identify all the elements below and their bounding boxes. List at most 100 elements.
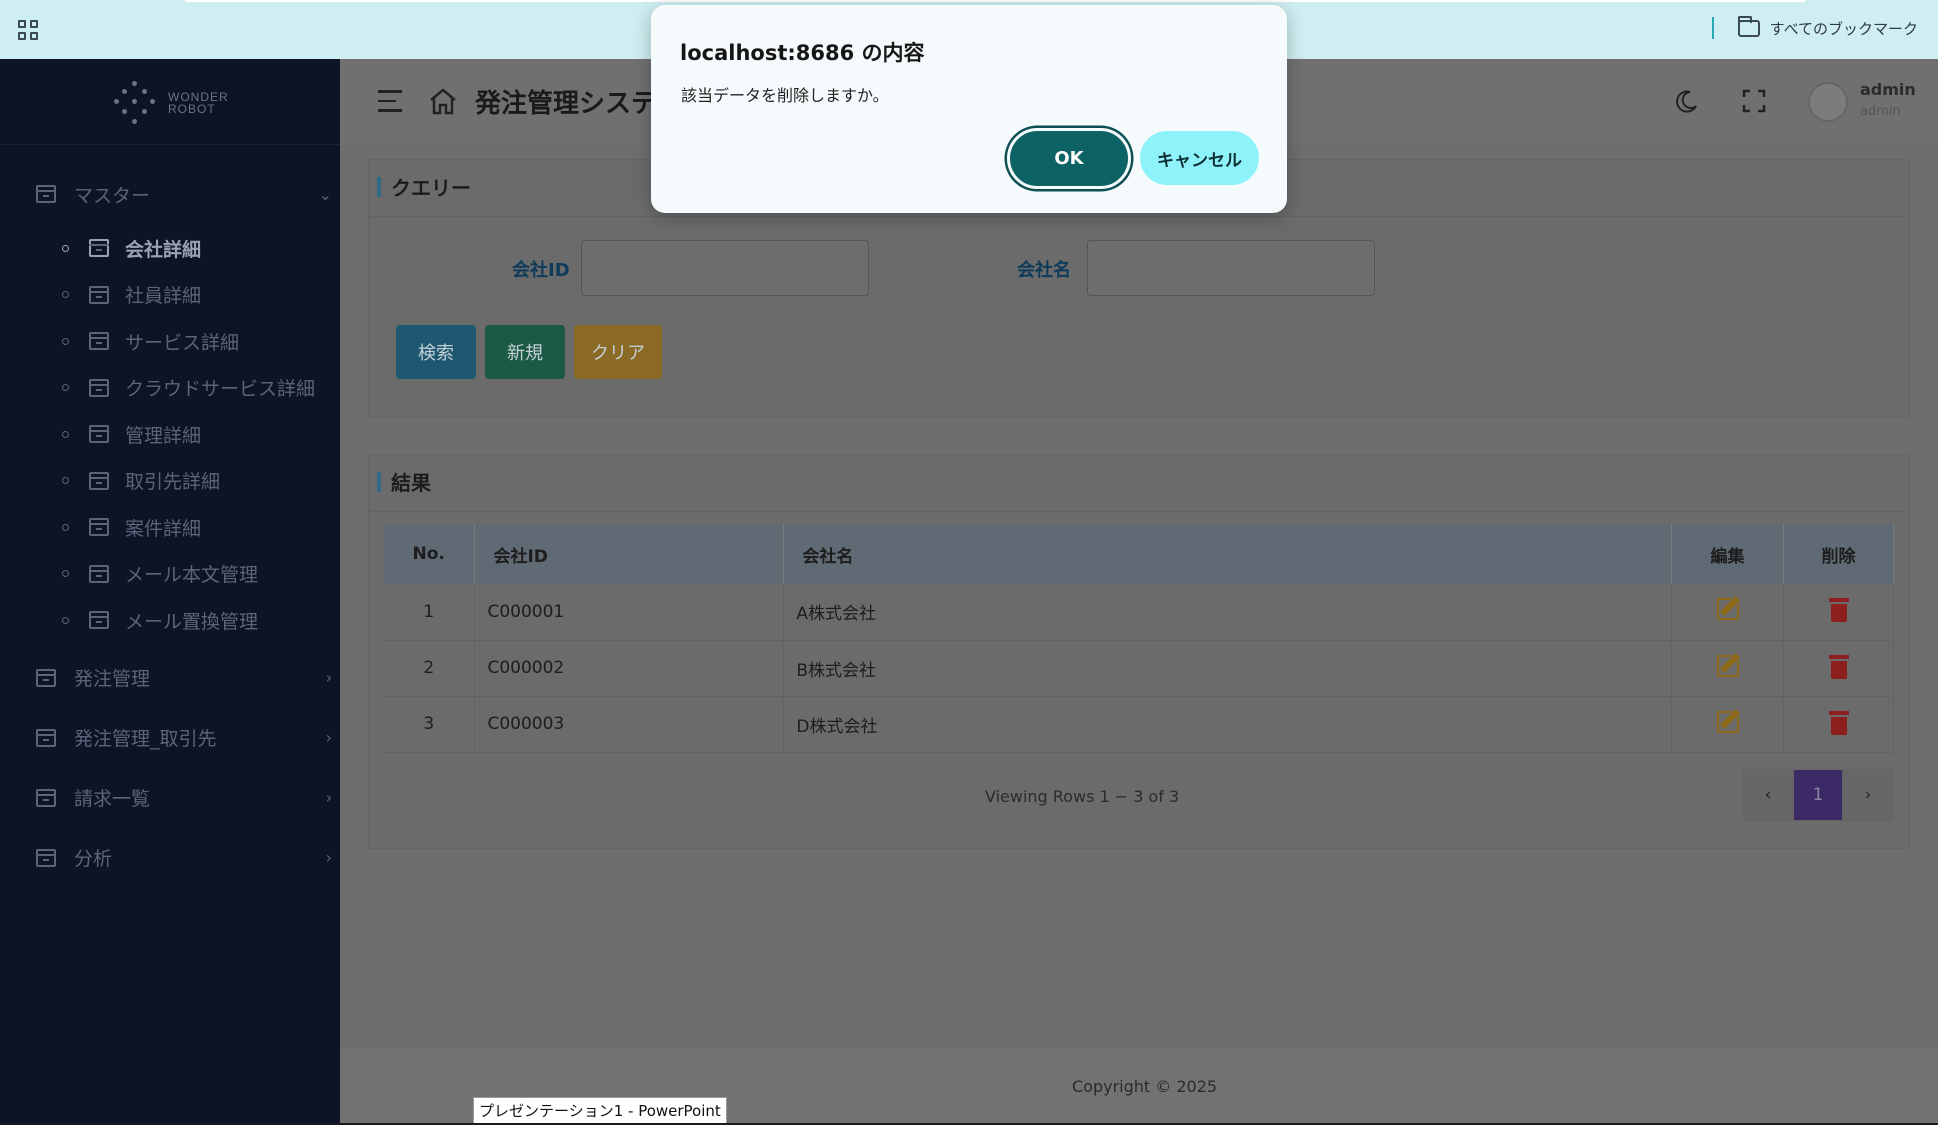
dialog-title: localhost:8686 の内容: [680, 41, 925, 65]
page-title: 発注管理システ: [475, 89, 658, 119]
sidebar-item-cloud-service-detail[interactable]: クラウドサービス詳細: [0, 365, 340, 412]
sidebar-group-label: 発注管理: [74, 668, 151, 690]
apps-grid-icon[interactable]: [18, 20, 38, 40]
all-bookmarks-button[interactable]: すべてのブックマーク: [1711, 15, 1918, 39]
archive-box-icon: [89, 378, 109, 397]
folder-icon: [1737, 15, 1760, 37]
sidebar-group-invoice[interactable]: 請求一覧 ›: [0, 768, 340, 828]
main-content: 発注管理システ admin admin クエリー 会社ID 会社名 検索 新規 …: [340, 59, 1938, 1125]
bullet-icon: [62, 430, 69, 438]
logo-text: WONDER ROBOT: [168, 90, 229, 116]
row-number: 2: [383, 640, 476, 697]
sidebar-item-label: 案件詳細: [125, 517, 202, 540]
edit-cell: [1671, 640, 1784, 697]
chevron-right-icon: ›: [325, 788, 332, 807]
bullet-icon: [62, 570, 69, 578]
bullet-icon: [62, 337, 69, 345]
menu-toggle-icon[interactable]: [378, 90, 402, 119]
chevron-right-icon: ›: [325, 668, 332, 687]
archive-box-icon: [89, 239, 109, 258]
pager-prev-button[interactable]: ‹: [1743, 769, 1793, 821]
card-divider: [369, 216, 1909, 217]
sidebar-item-mail-replace[interactable]: メール置換管理: [0, 597, 340, 644]
bullet-icon: [62, 477, 69, 485]
ok-button[interactable]: OK: [1007, 128, 1131, 189]
delete-cell: [1783, 696, 1894, 753]
company-id-cell: C000003: [474, 696, 785, 753]
sidebar-item-project-detail[interactable]: 案件詳細: [0, 504, 340, 551]
fullscreen-icon[interactable]: [1742, 89, 1766, 113]
avatar[interactable]: [1808, 82, 1848, 122]
sidebar-item-company-detail[interactable]: 会社詳細: [0, 225, 340, 272]
sidebar: WONDER ROBOT マスター ⌄ 会社詳細 社員詳細 サービス詳細 クラウ…: [0, 59, 340, 1125]
sidebar-item-label: 社員詳細: [125, 285, 202, 308]
sidebar-item-employee-detail[interactable]: 社員詳細: [0, 272, 340, 319]
company-name-label: 会社名: [1017, 260, 1071, 281]
sidebar-item-mail-body[interactable]: メール本文管理: [0, 551, 340, 598]
sidebar-item-management-detail[interactable]: 管理詳細: [0, 411, 340, 458]
edit-icon[interactable]: [1716, 710, 1739, 733]
sidebar-group-label: 分析: [74, 848, 113, 870]
trash-icon[interactable]: [1828, 596, 1849, 623]
logo: WONDER ROBOT: [112, 79, 229, 127]
pager-page-button[interactable]: 1: [1793, 769, 1843, 821]
column-header: 編集: [1671, 524, 1784, 584]
sidebar-item-label: 取引先詳細: [125, 471, 221, 494]
bullet-icon: [62, 616, 69, 624]
company-name-cell: D株式会社: [783, 696, 1673, 753]
clear-button[interactable]: クリア: [574, 325, 662, 379]
sidebar-item-label: クラウドサービス詳細: [125, 378, 316, 401]
taskbar-tooltip: プレゼンテーション1 - PowerPoint: [473, 1097, 727, 1124]
row-number: 1: [383, 584, 476, 641]
sidebar-item-label: 管理詳細: [125, 424, 202, 447]
company-id-cell: C000001: [474, 584, 785, 641]
sidebar-item-service-detail[interactable]: サービス詳細: [0, 318, 340, 365]
trash-icon[interactable]: [1828, 653, 1849, 679]
results-heading: 結果: [377, 467, 431, 496]
pager-next-button[interactable]: ›: [1843, 769, 1893, 821]
chevron-right-icon: ›: [325, 848, 332, 867]
chevron-right-icon: ›: [325, 728, 332, 747]
search-button[interactable]: 検索: [396, 325, 476, 379]
column-header: No.: [383, 524, 476, 584]
sidebar-group-order[interactable]: 発注管理 ›: [0, 648, 340, 708]
company-name-input[interactable]: [1087, 240, 1375, 296]
user-role: admin: [1860, 104, 1901, 119]
sidebar-item-label: メール置換管理: [125, 610, 259, 633]
company-id-input[interactable]: [581, 240, 869, 296]
sidebar-group-master[interactable]: マスター ⌄: [0, 171, 340, 217]
sidebar-item-label: メール本文管理: [125, 564, 259, 587]
moon-icon[interactable]: [1673, 89, 1699, 115]
archive-box-icon: [89, 285, 109, 304]
sidebar-nav: マスター ⌄ 会社詳細 社員詳細 サービス詳細 クラウドサービス詳細 管理詳細: [0, 171, 340, 888]
trash-icon[interactable]: [1828, 709, 1849, 735]
archive-box-icon: [89, 471, 109, 490]
user-name: admin: [1860, 80, 1916, 99]
edit-icon[interactable]: [1716, 598, 1739, 621]
bullet-icon: [62, 244, 69, 252]
archive-box-icon: [36, 848, 56, 867]
archive-box-icon: [89, 611, 109, 630]
new-button[interactable]: 新規: [485, 325, 565, 379]
table-row: 2 C000002 B株式会社: [383, 640, 1894, 697]
sidebar-divider: [0, 144, 340, 145]
edit-cell: [1671, 696, 1784, 753]
sidebar-item-partner-detail[interactable]: 取引先詳細: [0, 458, 340, 505]
archive-box-icon: [36, 185, 56, 203]
bullet-icon: [62, 523, 69, 531]
bullet-icon: [62, 384, 69, 392]
delete-cell: [1783, 584, 1894, 641]
edit-icon[interactable]: [1716, 654, 1739, 677]
sidebar-item-label: サービス詳細: [125, 331, 240, 354]
row-number: 3: [383, 696, 476, 753]
sidebar-group-analysis[interactable]: 分析 ›: [0, 828, 340, 888]
cancel-button[interactable]: キャンセル: [1140, 131, 1259, 185]
sidebar-group-label: 発注管理_取引先: [74, 728, 217, 750]
delete-cell: [1783, 640, 1894, 697]
home-icon[interactable]: [428, 87, 458, 115]
sidebar-item-label: 会社詳細: [125, 238, 202, 261]
archive-box-icon: [36, 788, 56, 807]
archive-box-icon: [89, 518, 109, 537]
company-name-cell: B株式会社: [783, 640, 1673, 697]
sidebar-group-order-partner[interactable]: 発注管理_取引先 ›: [0, 708, 340, 768]
